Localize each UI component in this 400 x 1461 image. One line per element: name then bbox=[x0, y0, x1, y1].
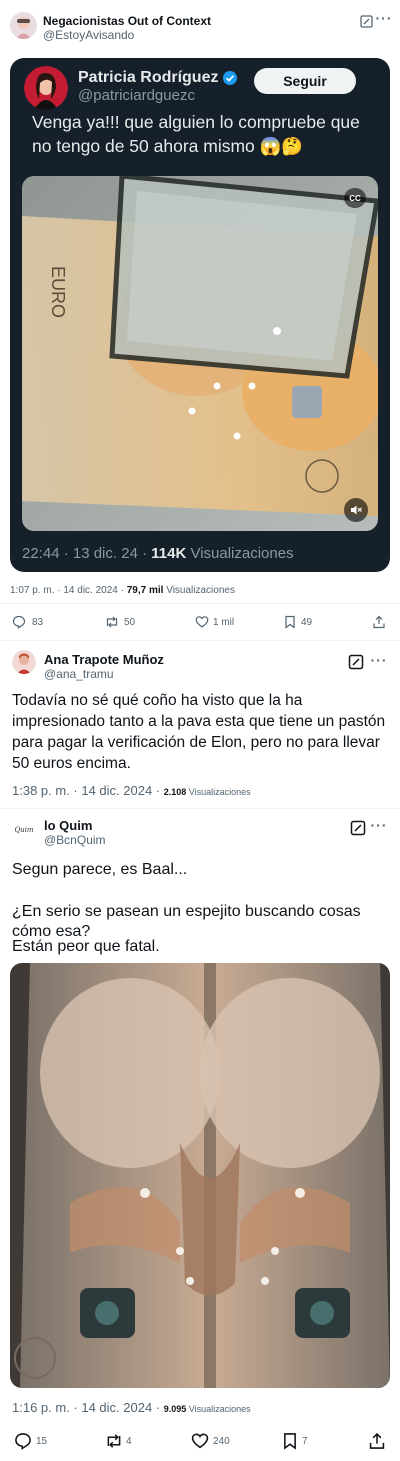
avatar-logo: Quim bbox=[14, 826, 34, 834]
embed-views-label: Visualizaciones bbox=[186, 545, 294, 562]
reply-author-handle[interactable]: @BcnQuim bbox=[44, 833, 106, 847]
verified-icon bbox=[223, 71, 238, 85]
avatar[interactable]: Quim bbox=[12, 818, 36, 842]
bookmark-button[interactable]: 49 bbox=[284, 615, 312, 629]
share-button[interactable] bbox=[368, 1432, 386, 1450]
reply-count: 15 bbox=[36, 1435, 48, 1447]
tweet-views-label: Visualizaciones bbox=[163, 585, 235, 596]
tweet-views: 79,7 mil bbox=[126, 585, 164, 596]
avatar-image bbox=[12, 650, 36, 674]
embed-meta: 22:44 · 13 dic. 24 · 114K Visualizacione… bbox=[22, 545, 294, 562]
more-options-button[interactable]: ··· bbox=[368, 652, 390, 668]
divider bbox=[0, 808, 400, 809]
embed-time[interactable]: 22:44 · 13 dic. 24 · bbox=[22, 545, 151, 562]
repost-button[interactable]: 50 bbox=[104, 615, 135, 629]
author-name[interactable]: Negacionistas Out of Context bbox=[43, 14, 211, 28]
repost-count: 50 bbox=[124, 616, 136, 628]
share-icon bbox=[369, 1432, 385, 1449]
reply-views: 9.095 bbox=[163, 1404, 187, 1414]
reply-header: Quim lo Quim @BcnQuim bbox=[12, 818, 106, 847]
reply-button[interactable]: 83 bbox=[12, 615, 43, 629]
mute-icon bbox=[351, 505, 362, 515]
bookmark-count: 49 bbox=[301, 616, 313, 628]
reply-author-handle[interactable]: @ana_tramu bbox=[44, 667, 164, 681]
reply-views-label: Visualizaciones bbox=[186, 787, 251, 797]
avatar-image bbox=[10, 12, 37, 39]
grok-icon bbox=[350, 820, 366, 836]
reply-meta: 1:38 p. m. · 14 dic. 2024 · 2.108 Visual… bbox=[12, 783, 251, 798]
reply-time[interactable]: 1:16 p. m. · 14 dic. 2024 · bbox=[12, 1400, 164, 1415]
avatar[interactable] bbox=[10, 12, 37, 39]
embedded-tweet-card[interactable]: Patricia Rodríguez @patriciardguezc Segu… bbox=[10, 58, 390, 572]
reply-icon bbox=[12, 615, 26, 629]
grok-icon bbox=[359, 14, 373, 28]
bookmark-count: 7 bbox=[302, 1435, 308, 1447]
grok-button[interactable] bbox=[346, 652, 366, 672]
reply-button[interactable]: 15 bbox=[14, 1432, 47, 1450]
repost-button[interactable]: 4 bbox=[104, 1432, 132, 1450]
reply-author-name[interactable]: Ana Trapote Muñoz bbox=[44, 653, 164, 667]
repost-icon bbox=[106, 616, 118, 628]
reply-icon bbox=[15, 1433, 31, 1450]
embed-video[interactable]: EURO CC bbox=[22, 176, 378, 531]
like-count: 1 mil bbox=[213, 616, 235, 628]
tweet-header: Negacionistas Out of Context @EstoyAvisa… bbox=[10, 12, 211, 42]
more-options-button[interactable]: ··· bbox=[374, 10, 394, 26]
embed-author-handle[interactable]: @patriciardguezc bbox=[78, 87, 238, 104]
embed-tweet-text: Venga ya!!! que alguien lo compruebe que… bbox=[32, 112, 360, 156]
share-button[interactable] bbox=[372, 615, 386, 629]
reply-views: 2.108 bbox=[163, 787, 187, 797]
avatar[interactable] bbox=[12, 650, 36, 674]
bookmark-icon bbox=[285, 615, 295, 629]
tweet-time[interactable]: 1:07 p. m. · 14 dic. 2024 · bbox=[10, 585, 127, 596]
tweet-meta: 1:07 p. m. · 14 dic. 2024 · 79,7 mil Vis… bbox=[10, 585, 235, 596]
grok-button[interactable] bbox=[358, 13, 374, 29]
reply-text-line1: Segun parece, es Baal... bbox=[12, 861, 188, 878]
reply-views-label: Visualizaciones bbox=[186, 1404, 251, 1414]
reply-count: 83 bbox=[32, 616, 44, 628]
reply-header: Ana Trapote Muñoz @ana_tramu bbox=[12, 650, 164, 681]
like-count: 240 bbox=[213, 1435, 230, 1447]
banknote-print: EURO bbox=[48, 266, 68, 318]
banknote-photo bbox=[10, 963, 390, 1388]
heart-icon bbox=[195, 616, 209, 628]
grok-button[interactable] bbox=[348, 818, 368, 838]
reply-photo[interactable] bbox=[10, 963, 390, 1388]
more-options-button[interactable]: ··· bbox=[368, 817, 390, 833]
author-handle[interactable]: @EstoyAvisando bbox=[43, 28, 211, 42]
follow-button[interactable]: Seguir bbox=[254, 68, 356, 94]
divider bbox=[0, 603, 400, 604]
reply-text-line3: Están peor que fatal. bbox=[12, 938, 160, 955]
embed-author-name[interactable]: Patricia Rodríguez bbox=[78, 69, 218, 87]
reply-meta: 1:16 p. m. · 14 dic. 2024 · 9.095 Visual… bbox=[12, 1400, 251, 1415]
like-button[interactable]: 1 mil bbox=[195, 615, 234, 629]
reply-time[interactable]: 1:38 p. m. · 14 dic. 2024 · bbox=[12, 783, 164, 798]
divider bbox=[0, 640, 400, 641]
repost-icon bbox=[107, 1434, 121, 1448]
bookmark-icon bbox=[284, 1433, 296, 1450]
embed-avatar-image bbox=[24, 66, 68, 110]
embed-avatar[interactable] bbox=[24, 66, 68, 110]
reply-text: Todavía no sé qué coño ha visto que la h… bbox=[12, 692, 386, 772]
share-icon bbox=[373, 615, 385, 629]
mute-button[interactable] bbox=[344, 498, 368, 522]
video-frame: EURO bbox=[22, 176, 378, 531]
repost-count: 4 bbox=[126, 1435, 132, 1447]
captions-icon: CC bbox=[349, 193, 361, 203]
heart-icon bbox=[191, 1433, 209, 1449]
embed-views: 114K bbox=[151, 545, 187, 562]
reply-author-name[interactable]: lo Quim bbox=[44, 819, 106, 833]
like-button[interactable]: 240 bbox=[190, 1432, 230, 1450]
reply-text-line2: ¿En serio se pasean un espejito buscando… bbox=[12, 903, 361, 940]
captions-button[interactable]: CC bbox=[344, 188, 366, 208]
grok-icon bbox=[348, 654, 364, 670]
bookmark-button[interactable]: 7 bbox=[282, 1432, 308, 1450]
